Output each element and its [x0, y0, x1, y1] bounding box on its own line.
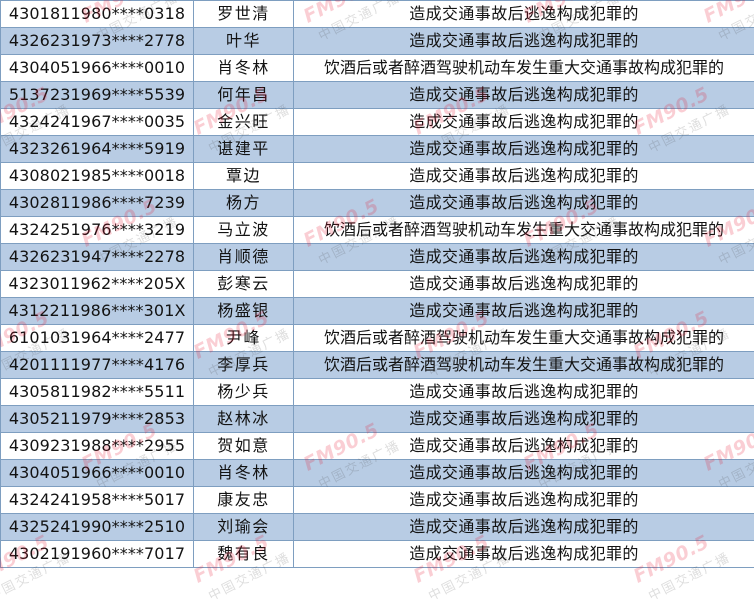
table-row: 4324251976****3219 马立波 饮酒后或者醉酒驾驶机动车发生重大交通事…: [0, 216, 754, 244]
cell-id-number: 4324251976****3219: [0, 216, 194, 244]
cell-person-name: 肖冬林: [193, 54, 294, 82]
cell-violation-reason: 饮酒后或者醉酒驾驶机动车发生重大交通事故构成犯罪的: [293, 351, 754, 379]
cell-violation-reason: 造成交通事故后逃逸构成犯罪的: [293, 108, 754, 136]
cell-violation-reason: 造成交通事故后逃逸构成犯罪的: [293, 459, 754, 487]
cell-id-number: 4325241990****2510: [0, 513, 194, 541]
cell-violation-reason: 造成交通事故后逃逸构成犯罪的: [293, 135, 754, 163]
cell-person-name: 刘瑜会: [193, 513, 294, 541]
offender-table-container: 4301811980****0318 罗世清 造成交通事故后逃逸构成犯罪的 43262…: [0, 0, 754, 605]
cell-violation-reason: 饮酒后或者醉酒驾驶机动车发生重大交通事故构成犯罪的: [293, 324, 754, 352]
offender-table-body: 4301811980****0318 罗世清 造成交通事故后逃逸构成犯罪的 43262…: [0, 0, 754, 568]
cell-id-number: 4323261964****5919: [0, 135, 194, 163]
table-row: 4308021985****0018 覃边 造成交通事故后逃逸构成犯罪的: [0, 162, 754, 190]
cell-person-name: 贺如意: [193, 432, 294, 460]
table-row: 4324241958****5017 康友忠 造成交通事故后逃逸构成犯罪的: [0, 486, 754, 514]
cell-violation-reason: 造成交通事故后逃逸构成犯罪的: [293, 162, 754, 190]
cell-id-number: 4308021985****0018: [0, 162, 194, 190]
cell-id-number: 4305811982****5511: [0, 378, 194, 406]
table-row: 4325241990****2510 刘瑜会 造成交通事故后逃逸构成犯罪的: [0, 513, 754, 541]
cell-id-number: 4301811980****0318: [0, 0, 194, 28]
cell-id-number: 4304051966****0010: [0, 459, 194, 487]
table-row: 4309231988****2955 贺如意 造成交通事故后逃逸构成犯罪的: [0, 432, 754, 460]
table-row: 4312211986****301X 杨盛银 造成交通事故后逃逸构成犯罪的: [0, 297, 754, 325]
cell-person-name: 彭寒云: [193, 270, 294, 298]
table-row: 4326231947****2278 肖顺德 造成交通事故后逃逸构成犯罪的: [0, 243, 754, 271]
cell-id-number: 4302811986****7239: [0, 189, 194, 217]
cell-id-number: 5137231969****5539: [0, 81, 194, 109]
table-row: 4305811982****5511 杨少兵 造成交通事故后逃逸构成犯罪的: [0, 378, 754, 406]
cell-person-name: 金兴旺: [193, 108, 294, 136]
cell-id-number: 4309231988****2955: [0, 432, 194, 460]
table-row: 4301811980****0318 罗世清 造成交通事故后逃逸构成犯罪的: [0, 0, 754, 28]
cell-person-name: 杨盛银: [193, 297, 294, 325]
cell-id-number: 4324241967****0035: [0, 108, 194, 136]
table-row: 5137231969****5539 何年昌 造成交通事故后逃逸构成犯罪的: [0, 81, 754, 109]
cell-person-name: 杨少兵: [193, 378, 294, 406]
table-row: 4302811986****7239 杨方 造成交通事故后逃逸构成犯罪的: [0, 189, 754, 217]
cell-violation-reason: 造成交通事故后逃逸构成犯罪的: [293, 486, 754, 514]
cell-id-number: 4302191960****7017: [0, 540, 194, 568]
cell-id-number: 4312211986****301X: [0, 297, 194, 325]
cell-violation-reason: 造成交通事故后逃逸构成犯罪的: [293, 189, 754, 217]
table-row: 4201111977****4176 李厚兵 饮酒后或者醉酒驾驶机动车发生重大交通事…: [0, 351, 754, 379]
cell-violation-reason: 造成交通事故后逃逸构成犯罪的: [293, 297, 754, 325]
cell-id-number: 4305211979****2853: [0, 405, 194, 433]
cell-person-name: 康友忠: [193, 486, 294, 514]
cell-violation-reason: 造成交通事故后逃逸构成犯罪的: [293, 0, 754, 28]
cell-violation-reason: 造成交通事故后逃逸构成犯罪的: [293, 270, 754, 298]
table-row: 4323011962****205X 彭寒云 造成交通事故后逃逸构成犯罪的: [0, 270, 754, 298]
table-row: 4324241967****0035 金兴旺 造成交通事故后逃逸构成犯罪的: [0, 108, 754, 136]
table-row: 4326231973****2778 叶华 造成交通事故后逃逸构成犯罪的: [0, 27, 754, 55]
cell-id-number: 4324241958****5017: [0, 486, 194, 514]
table-row: 4323261964****5919 谌建平 造成交通事故后逃逸构成犯罪的: [0, 135, 754, 163]
cell-id-number: 4323011962****205X: [0, 270, 194, 298]
table-row: 6101031964****2477 尹峰 饮酒后或者醉酒驾驶机动车发生重大交通事故…: [0, 324, 754, 352]
table-row: 4304051966****0010 肖冬林 造成交通事故后逃逸构成犯罪的: [0, 459, 754, 487]
cell-person-name: 谌建平: [193, 135, 294, 163]
cell-id-number: 4326231973****2778: [0, 27, 194, 55]
table-row: 4302191960****7017 魏有良 造成交通事故后逃逸构成犯罪的: [0, 540, 754, 568]
cell-person-name: 肖顺德: [193, 243, 294, 271]
cell-id-number: 4326231947****2278: [0, 243, 194, 271]
cell-person-name: 杨方: [193, 189, 294, 217]
cell-person-name: 覃边: [193, 162, 294, 190]
cell-violation-reason: 饮酒后或者醉酒驾驶机动车发生重大交通事故构成犯罪的: [293, 216, 754, 244]
cell-person-name: 赵林冰: [193, 405, 294, 433]
cell-violation-reason: 饮酒后或者醉酒驾驶机动车发生重大交通事故构成犯罪的: [293, 54, 754, 82]
offender-table: 4301811980****0318 罗世清 造成交通事故后逃逸构成犯罪的 43262…: [0, 0, 754, 568]
cell-violation-reason: 造成交通事故后逃逸构成犯罪的: [293, 81, 754, 109]
cell-violation-reason: 造成交通事故后逃逸构成犯罪的: [293, 405, 754, 433]
cell-id-number: 4201111977****4176: [0, 351, 194, 379]
cell-person-name: 叶华: [193, 27, 294, 55]
cell-id-number: 4304051966****0010: [0, 54, 194, 82]
cell-violation-reason: 造成交通事故后逃逸构成犯罪的: [293, 432, 754, 460]
cell-person-name: 魏有良: [193, 540, 294, 568]
cell-id-number: 6101031964****2477: [0, 324, 194, 352]
cell-person-name: 尹峰: [193, 324, 294, 352]
cell-violation-reason: 造成交通事故后逃逸构成犯罪的: [293, 27, 754, 55]
cell-person-name: 罗世清: [193, 0, 294, 28]
cell-person-name: 马立波: [193, 216, 294, 244]
cell-violation-reason: 造成交通事故后逃逸构成犯罪的: [293, 513, 754, 541]
cell-person-name: 李厚兵: [193, 351, 294, 379]
cell-violation-reason: 造成交通事故后逃逸构成犯罪的: [293, 378, 754, 406]
cell-violation-reason: 造成交通事故后逃逸构成犯罪的: [293, 540, 754, 568]
cell-person-name: 肖冬林: [193, 459, 294, 487]
cell-violation-reason: 造成交通事故后逃逸构成犯罪的: [293, 243, 754, 271]
table-row: 4305211979****2853 赵林冰 造成交通事故后逃逸构成犯罪的: [0, 405, 754, 433]
table-row: 4304051966****0010 肖冬林 饮酒后或者醉酒驾驶机动车发生重大交通事…: [0, 54, 754, 82]
cell-person-name: 何年昌: [193, 81, 294, 109]
